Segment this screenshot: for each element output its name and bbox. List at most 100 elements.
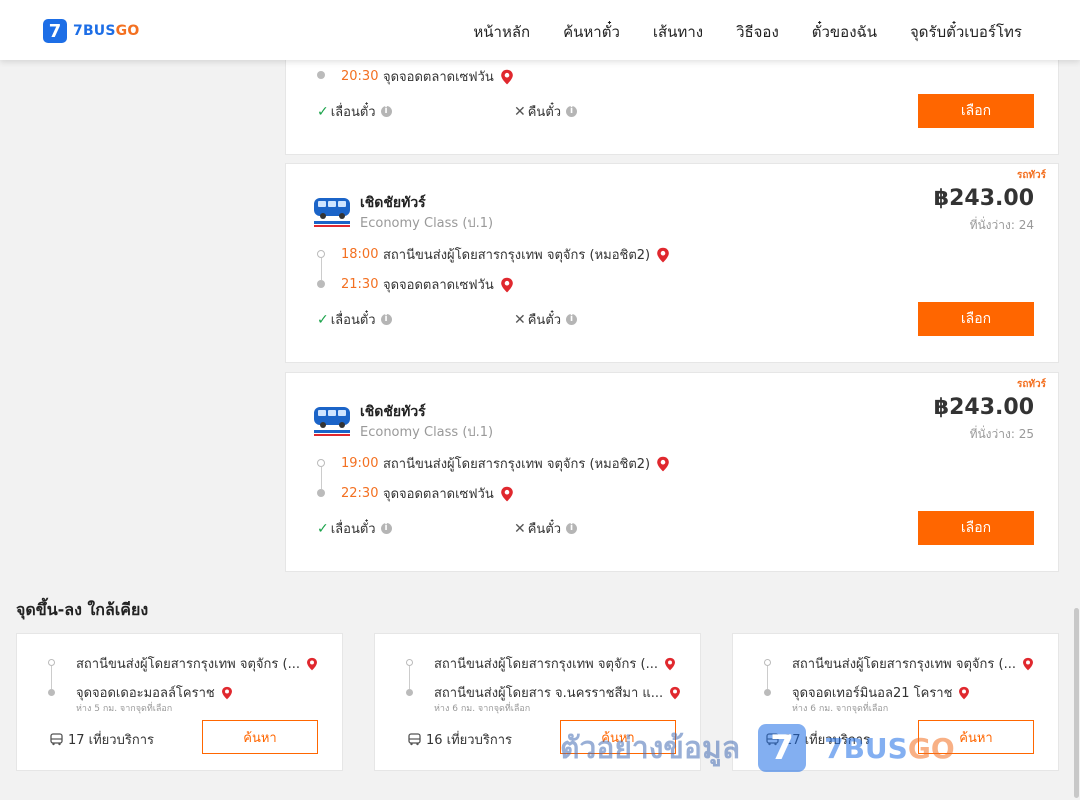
- scrollbar-thumb[interactable]: [1074, 608, 1079, 798]
- arrival-place: จุดจอดตลาดเซฟวัน: [383, 278, 494, 293]
- refund-label: คืนตั๋ว: [527, 522, 562, 537]
- to-place: จุดจอดเดอะมอลล์โคราช: [76, 686, 215, 701]
- refund-policy: ✕ คืนตั๋ว i: [514, 101, 578, 122]
- map-pin-icon[interactable]: [656, 456, 670, 472]
- change-label: เลื่อนตั๋ว: [330, 313, 376, 328]
- nearby-card: สถานีขนส่งผู้โดยสารกรุงเทพ จตุจักร (... …: [374, 633, 701, 771]
- map-pin-icon[interactable]: [500, 277, 514, 293]
- result-card: รถทัวร์ เชิดชัยทัวร์ Economy Class (ป.1)…: [285, 163, 1059, 363]
- nav-my-tickets[interactable]: ตั๋วของฉัน: [812, 20, 877, 44]
- route-line: [409, 666, 410, 689]
- nearby-to: จุดจอดเดอะมอลล์โคราช: [76, 682, 336, 703]
- distance-note: ห่าง 5 กม. จากจุดที่เลือก: [76, 704, 173, 714]
- change-label: เลื่อนตั๋ว: [330, 522, 376, 537]
- info-icon[interactable]: i: [380, 523, 392, 534]
- select-button[interactable]: เลือก: [918, 94, 1034, 128]
- check-icon: ✓: [317, 520, 329, 537]
- cross-icon: ✕: [514, 103, 526, 120]
- refund-policy: ✕ คืนตั๋ว i: [514, 518, 578, 539]
- seat-class: Economy Class (ป.1): [360, 216, 494, 231]
- arrival-place: จุดจอดตลาดเซฟวัน: [383, 487, 494, 502]
- logo-badge: 7: [43, 19, 67, 43]
- refund-label: คืนตั๋ว: [527, 313, 562, 328]
- nearby-from: สถานีขนส่งผู้โดยสารกรุงเทพ จตุจักร (...: [434, 653, 694, 674]
- info-icon[interactable]: i: [380, 106, 392, 117]
- seat-class: Economy Class (ป.1): [360, 425, 494, 440]
- change-label: เลื่อนตั๋ว: [330, 105, 376, 120]
- arrival-stop: 20:30 จุดจอดตลาดเซฟวัน: [341, 66, 514, 87]
- map-pin-icon[interactable]: [306, 657, 318, 671]
- nav-search-ticket[interactable]: ค้นหาตั๋ว: [563, 20, 620, 44]
- change-policy: ✓ เลื่อนตั๋ว i: [317, 309, 392, 330]
- nav-routes[interactable]: เส้นทาง: [653, 20, 703, 44]
- site-logo[interactable]: 7 7BUSGO: [43, 19, 139, 43]
- change-policy: ✓ เลื่อนตั๋ว i: [317, 101, 392, 122]
- change-policy: ✓ เลื่อนตั๋ว i: [317, 518, 392, 539]
- trip-count-label: 17 เที่ยวบริการ: [784, 733, 870, 748]
- departure-stop: 18:00 สถานีขนส่งผู้โดยสารกรุงเทพ จตุจักร…: [341, 244, 670, 265]
- arrival-time: 22:30: [341, 486, 379, 501]
- departure-time: 19:00: [341, 456, 379, 471]
- arrival-dot: [317, 489, 325, 497]
- arrival-stop: 22:30 จุดจอดตลาดเซฟวัน: [341, 483, 514, 504]
- operator-name: เชิดชัยทัวร์: [360, 195, 426, 211]
- arrival-dot: [317, 71, 325, 79]
- map-pin-icon[interactable]: [656, 247, 670, 263]
- map-pin-icon[interactable]: [221, 686, 233, 700]
- nav-ticket-pickup[interactable]: จุดรับตั๋วเบอร์โทร: [910, 20, 1022, 44]
- info-icon[interactable]: i: [566, 314, 578, 325]
- result-card: รถทัวร์ เชิดชัยทัวร์ Economy Class (ป.1)…: [285, 372, 1059, 572]
- logo-wordmark: 7BUSGO: [73, 23, 140, 39]
- refund-label: คืนตั๋ว: [527, 105, 562, 120]
- search-button[interactable]: ค้นหา: [918, 720, 1034, 754]
- map-pin-icon[interactable]: [1022, 657, 1034, 671]
- nav-how-to-book[interactable]: วิธีจอง: [736, 20, 779, 44]
- bus-icon: [50, 733, 63, 746]
- bus-icon: [766, 733, 779, 746]
- departure-place: สถานีขนส่งผู้โดยสารกรุงเทพ จตุจักร (หมอช…: [383, 248, 651, 263]
- nav-home[interactable]: หน้าหลัก: [473, 20, 530, 44]
- map-pin-icon[interactable]: [500, 69, 514, 85]
- map-pin-icon[interactable]: [664, 657, 676, 671]
- page-scrollbar[interactable]: [1072, 60, 1080, 800]
- from-place: สถานีขนส่งผู้โดยสารกรุงเทพ จตุจักร (...: [76, 657, 300, 672]
- from-dot: [48, 659, 55, 666]
- select-button[interactable]: เลือก: [918, 302, 1034, 336]
- from-dot: [406, 659, 413, 666]
- trip-count: 16 เที่ยวบริการ: [408, 729, 512, 750]
- map-pin-icon[interactable]: [958, 686, 970, 700]
- to-dot: [764, 689, 771, 696]
- info-icon[interactable]: i: [566, 106, 578, 117]
- select-button[interactable]: เลือก: [918, 511, 1034, 545]
- nearby-section-title: จุดขึ้น-ลง ใกล้เคียง: [16, 600, 149, 619]
- operator-name: เชิดชัยทัวร์: [360, 404, 426, 420]
- from-dot: [764, 659, 771, 666]
- bus-icon: [408, 733, 421, 746]
- operator-logo: [312, 401, 352, 439]
- departure-time: 18:00: [341, 247, 379, 262]
- distance-note: ห่าง 6 กม. จากจุดที่เลือก: [792, 704, 889, 714]
- arrival-place: จุดจอดตลาดเซฟวัน: [383, 70, 494, 85]
- from-place: สถานีขนส่งผู้โดยสารกรุงเทพ จตุจักร (...: [434, 657, 658, 672]
- trip-count-label: 17 เที่ยวบริการ: [68, 733, 154, 748]
- nearby-to: จุดจอดเทอร์มินอล21 โคราช: [792, 682, 1052, 703]
- arrival-time: 21:30: [341, 277, 379, 292]
- info-icon[interactable]: i: [380, 314, 392, 325]
- refund-policy: ✕ คืนตั๋ว i: [514, 309, 578, 330]
- trip-count: 17 เที่ยวบริการ: [50, 729, 154, 750]
- nearby-card: สถานีขนส่งผู้โดยสารกรุงเทพ จตุจักร (... …: [16, 633, 343, 771]
- cross-icon: ✕: [514, 520, 526, 537]
- top-header: 7 7BUSGO หน้าหลัก ค้นหาตั๋ว เส้นทาง วิธี…: [0, 0, 1080, 60]
- cross-icon: ✕: [514, 311, 526, 328]
- map-pin-icon[interactable]: [500, 486, 514, 502]
- seats-available: ที่นั่งว่าง: 25: [969, 427, 1034, 441]
- info-icon[interactable]: i: [566, 523, 578, 534]
- route-line: [51, 666, 52, 689]
- trip-count: 17 เที่ยวบริการ: [766, 729, 870, 750]
- search-button[interactable]: ค้นหา: [560, 720, 676, 754]
- map-pin-icon[interactable]: [669, 686, 681, 700]
- check-icon: ✓: [317, 311, 329, 328]
- tour-badge: รถทัวร์: [1016, 379, 1046, 390]
- search-button[interactable]: ค้นหา: [202, 720, 318, 754]
- arrival-dot: [317, 280, 325, 288]
